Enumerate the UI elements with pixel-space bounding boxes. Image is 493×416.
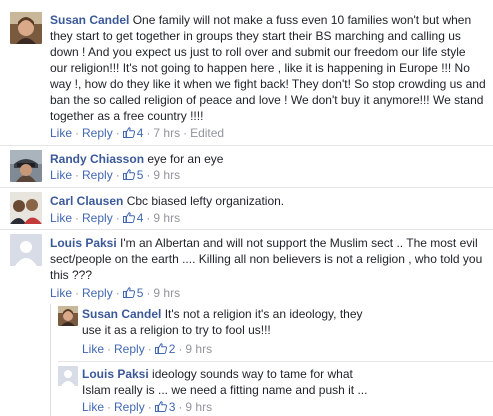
separator: · xyxy=(75,126,80,140)
reply-link[interactable]: Reply xyxy=(82,211,113,225)
separator: · xyxy=(146,286,151,300)
reply-link[interactable]: Reply xyxy=(82,286,113,300)
thumbs-up-icon[interactable] xyxy=(122,169,135,180)
avatar-susan-candel-reply[interactable] xyxy=(58,306,78,326)
like-link[interactable]: Like xyxy=(50,126,72,140)
reply-actions: Like · Reply · 2 · 9 hrs xyxy=(82,341,212,357)
separator: · xyxy=(115,168,120,182)
separator: · xyxy=(146,168,151,182)
reply-link[interactable]: Reply xyxy=(82,168,113,182)
separator: · xyxy=(115,126,120,140)
comment-author[interactable]: Carl Clausen xyxy=(50,194,123,208)
separator: · xyxy=(183,126,188,140)
thumbs-up-icon[interactable] xyxy=(122,212,135,223)
separator: · xyxy=(147,342,152,356)
separator: · xyxy=(115,286,120,300)
reply-thread-line xyxy=(50,304,51,416)
separator: · xyxy=(107,400,112,414)
comment-text: One family will not make a fuss even 10 … xyxy=(50,13,486,123)
reply-divider xyxy=(58,361,493,362)
thumbs-up-icon[interactable] xyxy=(122,287,135,298)
separator: · xyxy=(178,342,183,356)
edited-label[interactable]: Edited xyxy=(190,126,224,140)
timestamp[interactable]: 9 hrs xyxy=(185,400,212,414)
comment-actions: Like · Reply · 5 · 9 hrs xyxy=(50,285,180,301)
reply-link[interactable]: Reply xyxy=(114,400,145,414)
separator: · xyxy=(107,342,112,356)
comment-body: Susan Candel One family will not make a … xyxy=(50,12,486,124)
comment-author[interactable]: Louis Paksi xyxy=(50,236,117,250)
comment-divider xyxy=(0,229,493,230)
comment-actions: Like · Reply · 5 · 9 hrs xyxy=(50,167,180,183)
like-link[interactable]: Like xyxy=(82,342,104,356)
like-link[interactable]: Like xyxy=(50,211,72,225)
comment-text: Cbc biased lefty organization. xyxy=(126,194,285,208)
like-link[interactable]: Like xyxy=(50,286,72,300)
separator: · xyxy=(75,286,80,300)
comment-author[interactable]: Randy Chiasson xyxy=(50,152,144,166)
separator: · xyxy=(146,211,151,225)
avatar-susan-candel[interactable] xyxy=(10,12,42,44)
separator: · xyxy=(178,400,183,414)
comment-actions: Like · Reply · 4 · 9 hrs xyxy=(50,210,180,226)
thumbs-up-icon[interactable] xyxy=(154,401,167,412)
timestamp[interactable]: 7 hrs xyxy=(153,126,180,140)
comment-body: Randy Chiasson eye for an eye xyxy=(50,151,486,167)
thumbs-up-icon[interactable] xyxy=(122,127,135,138)
timestamp[interactable]: 9 hrs xyxy=(153,168,180,182)
comment-actions: Like · Reply · 4 · 7 hrs · Edited xyxy=(50,125,224,141)
separator: · xyxy=(147,400,152,414)
like-link[interactable]: Like xyxy=(82,400,104,414)
timestamp[interactable]: 9 hrs xyxy=(185,342,212,356)
comment-text: eye for an eye xyxy=(147,152,224,166)
avatar-carl-clausen[interactable] xyxy=(10,192,42,224)
separator: · xyxy=(115,211,120,225)
timestamp[interactable]: 9 hrs xyxy=(153,286,180,300)
comment-divider xyxy=(0,187,493,188)
separator: · xyxy=(75,211,80,225)
reply-body: Susan Candel It's not a religion it's an… xyxy=(82,306,382,338)
avatar-louis-paksi-reply[interactable] xyxy=(58,366,78,386)
avatar-louis-paksi[interactable] xyxy=(10,234,42,266)
comment-body: Louis Paksi I'm an Albertan and will not… xyxy=(50,235,486,283)
comment-author[interactable]: Susan Candel xyxy=(50,13,129,27)
reply-actions: Like · Reply · 3 · 9 hrs xyxy=(82,399,212,415)
comment-body: Carl Clausen Cbc biased lefty organizati… xyxy=(50,193,486,209)
reply-author[interactable]: Louis Paksi xyxy=(82,367,149,381)
reply-author[interactable]: Susan Candel xyxy=(82,307,161,321)
reply-body: Louis Paksi ideology sounds way to tame … xyxy=(82,366,382,398)
reply-link[interactable]: Reply xyxy=(82,126,113,140)
thumbs-up-icon[interactable] xyxy=(154,343,167,354)
separator: · xyxy=(146,126,151,140)
timestamp[interactable]: 9 hrs xyxy=(153,211,180,225)
reply-link[interactable]: Reply xyxy=(114,342,145,356)
like-link[interactable]: Like xyxy=(50,168,72,182)
comment-divider xyxy=(0,145,493,146)
separator: · xyxy=(75,168,80,182)
avatar-randy-chiasson[interactable] xyxy=(10,150,42,182)
